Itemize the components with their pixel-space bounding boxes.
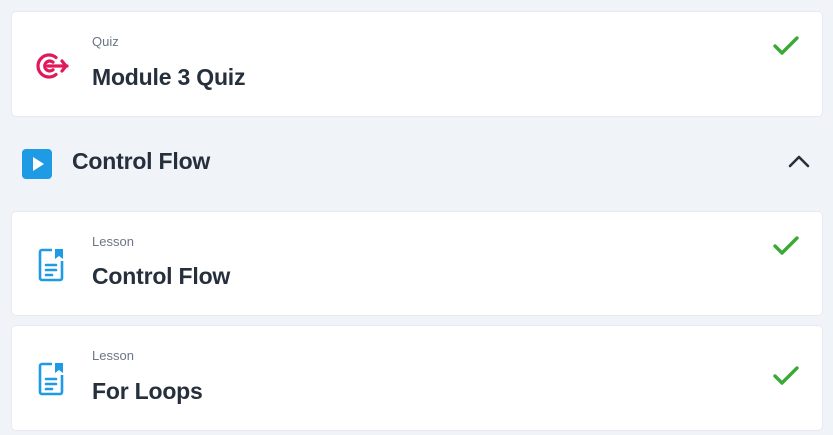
check-icon	[772, 365, 800, 392]
document-icon	[38, 248, 66, 287]
section-header-control-flow[interactable]: Control Flow	[22, 144, 817, 184]
item-title: Control Flow	[92, 263, 231, 289]
section-title: Control Flow	[72, 148, 211, 174]
quiz-card[interactable]: Quiz Module 3 Quiz	[12, 12, 822, 116]
check-icon	[772, 235, 800, 262]
item-title: Module 3 Quiz	[92, 64, 246, 90]
document-icon	[38, 362, 66, 401]
chevron-up-icon[interactable]	[787, 153, 811, 174]
lesson-card[interactable]: Lesson For Loops	[12, 326, 822, 430]
item-type-label: Lesson	[92, 348, 134, 363]
play-icon	[22, 149, 52, 184]
item-title: For Loops	[92, 378, 203, 404]
item-type-label: Quiz	[92, 34, 119, 49]
lesson-card[interactable]: Lesson Control Flow	[12, 212, 822, 315]
item-type-label: Lesson	[92, 234, 134, 249]
target-icon	[34, 52, 70, 85]
check-icon	[772, 35, 800, 62]
